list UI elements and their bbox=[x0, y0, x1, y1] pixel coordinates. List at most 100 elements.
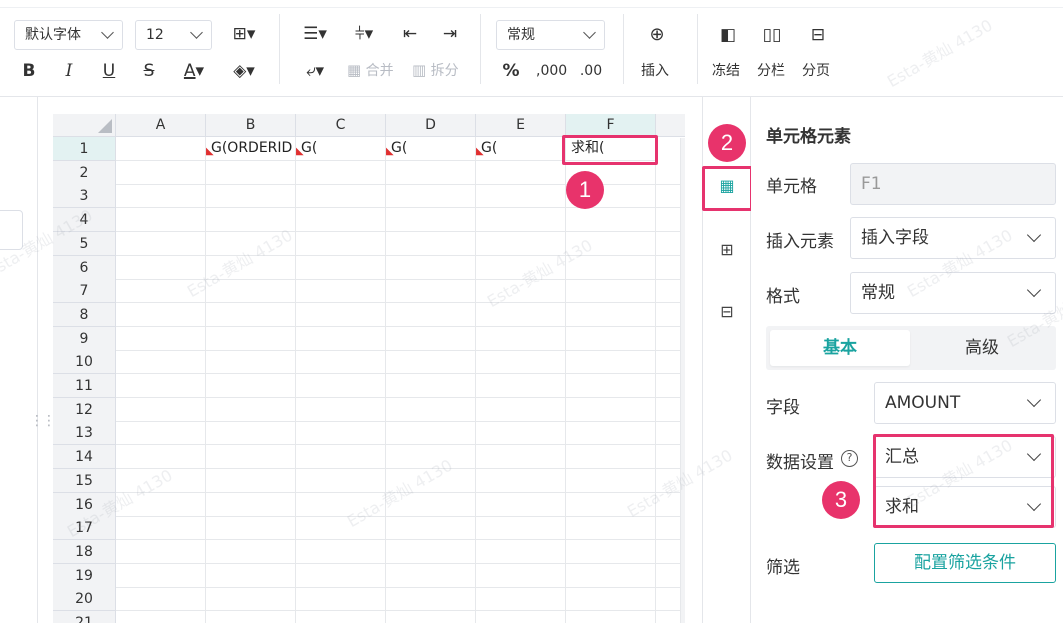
grid-cell[interactable] bbox=[476, 184, 566, 209]
grid-cell[interactable] bbox=[206, 160, 296, 185]
grid-cell[interactable] bbox=[386, 445, 476, 470]
grid-cell[interactable] bbox=[476, 255, 566, 280]
grid-cell[interactable] bbox=[116, 397, 206, 422]
row-header-7[interactable]: 7 bbox=[53, 279, 116, 304]
cell-attribute-icon[interactable]: ⊞ bbox=[715, 238, 739, 262]
grid-cell[interactable] bbox=[116, 374, 206, 398]
grid-cell[interactable] bbox=[476, 397, 566, 422]
grid-cell[interactable] bbox=[116, 231, 206, 256]
grid-cell[interactable] bbox=[206, 302, 296, 327]
grid-cell[interactable] bbox=[116, 468, 206, 493]
grid-cell[interactable] bbox=[116, 326, 206, 351]
grid-cell[interactable] bbox=[386, 326, 476, 351]
row-header-16[interactable]: 16 bbox=[53, 492, 116, 517]
grid-cell[interactable] bbox=[476, 587, 566, 612]
row-header-19[interactable]: 19 bbox=[53, 563, 116, 588]
grid-cell[interactable] bbox=[296, 421, 386, 446]
grid-cell[interactable] bbox=[296, 326, 386, 351]
grid-cell[interactable] bbox=[566, 397, 656, 422]
layout-icon[interactable]: ⊟ bbox=[715, 300, 739, 324]
grid-cell[interactable] bbox=[566, 208, 656, 233]
grid-cell[interactable] bbox=[386, 231, 476, 256]
indent-icon[interactable]: ⇥ bbox=[440, 24, 460, 44]
row-header-3[interactable]: 3 bbox=[53, 184, 116, 209]
page-break-icon[interactable]: ⊟ bbox=[807, 25, 829, 45]
grid-cell[interactable] bbox=[476, 539, 566, 564]
grid-cell[interactable] bbox=[116, 255, 206, 280]
row-header-6[interactable]: 6 bbox=[53, 255, 116, 280]
grid-cell[interactable] bbox=[116, 539, 206, 564]
row-header-14[interactable]: 14 bbox=[53, 445, 116, 470]
tab-basic[interactable]: 基本 bbox=[770, 330, 910, 366]
border-icon[interactable]: ⊞▾ bbox=[226, 24, 262, 44]
grid-cell[interactable] bbox=[206, 350, 296, 375]
decimal-button[interactable]: .00 bbox=[578, 61, 604, 81]
columns-icon[interactable]: ▯▯ bbox=[762, 25, 782, 45]
grid-cell[interactable] bbox=[206, 516, 296, 541]
number-format-select[interactable]: 常规 bbox=[496, 20, 605, 50]
grid-cell[interactable] bbox=[116, 184, 206, 209]
row-header-9[interactable]: 9 bbox=[53, 326, 116, 351]
grid-cell[interactable] bbox=[206, 468, 296, 493]
row-header-11[interactable]: 11 bbox=[53, 374, 116, 398]
grid-cell[interactable] bbox=[566, 539, 656, 564]
grid-cell[interactable] bbox=[566, 231, 656, 256]
grid-cell[interactable] bbox=[386, 539, 476, 564]
grid-cell[interactable] bbox=[386, 208, 476, 233]
strikethrough-button[interactable]: S bbox=[140, 61, 158, 81]
grid-cell[interactable] bbox=[296, 208, 386, 233]
grid-cell[interactable] bbox=[116, 160, 206, 185]
grid-cell[interactable] bbox=[206, 208, 296, 233]
grid-cell[interactable] bbox=[566, 492, 656, 517]
grid-cell[interactable] bbox=[206, 611, 296, 623]
grid-cell[interactable] bbox=[386, 587, 476, 612]
bold-button[interactable]: B bbox=[20, 61, 38, 81]
grid-cell[interactable] bbox=[206, 184, 296, 209]
grid-cell[interactable] bbox=[206, 587, 296, 612]
grid-cell[interactable] bbox=[116, 563, 206, 588]
grid-cell[interactable] bbox=[476, 160, 566, 185]
grid-cell[interactable] bbox=[296, 611, 386, 623]
row-header-1[interactable]: 1 bbox=[53, 137, 116, 161]
wrap-text-icon[interactable]: ⤶▾ bbox=[298, 61, 332, 81]
grid-cell[interactable] bbox=[476, 374, 566, 398]
font-family-select[interactable]: 默认字体 bbox=[14, 20, 123, 50]
columns-label[interactable]: 分栏 bbox=[757, 60, 785, 80]
grid-cell[interactable] bbox=[476, 492, 566, 517]
align-horizontal-icon[interactable]: ☰▾ bbox=[298, 24, 332, 44]
grid-cell[interactable] bbox=[476, 350, 566, 375]
grid-cell[interactable] bbox=[296, 160, 386, 185]
grid-cell[interactable] bbox=[476, 326, 566, 351]
row-header-18[interactable]: 18 bbox=[53, 539, 116, 564]
insert-label[interactable]: 插入 bbox=[641, 60, 669, 80]
row-header-5[interactable]: 5 bbox=[53, 231, 116, 256]
grid-cell[interactable] bbox=[296, 563, 386, 588]
cell-element-icon[interactable]: ▦ bbox=[715, 174, 739, 198]
grid-cell[interactable] bbox=[476, 445, 566, 470]
grid-cell[interactable] bbox=[386, 279, 476, 304]
split-button[interactable]: ▥ 拆分 bbox=[412, 60, 459, 80]
column-header-b[interactable]: B bbox=[206, 114, 296, 137]
grid-cell[interactable] bbox=[116, 445, 206, 470]
freeze-icon[interactable]: ◧ bbox=[718, 25, 738, 45]
drag-handle-icon[interactable]: ⋮⋮ bbox=[30, 414, 56, 428]
grid-cell[interactable] bbox=[296, 184, 386, 209]
grid-cell[interactable] bbox=[206, 374, 296, 398]
format-select[interactable]: 常规 bbox=[850, 272, 1056, 314]
grid-cell[interactable] bbox=[386, 516, 476, 541]
grid-cell[interactable] bbox=[296, 231, 386, 256]
column-header-c[interactable]: C bbox=[296, 114, 386, 137]
grid-cell[interactable] bbox=[386, 468, 476, 493]
insert-plus-icon[interactable]: ⊕ bbox=[646, 25, 668, 45]
column-header-a[interactable]: A bbox=[116, 114, 206, 137]
grid-cell[interactable] bbox=[206, 445, 296, 470]
grid-cell[interactable] bbox=[296, 374, 386, 398]
grid-cell[interactable] bbox=[566, 302, 656, 327]
grid-cell[interactable] bbox=[116, 302, 206, 327]
grid-cell[interactable] bbox=[476, 611, 566, 623]
row-header-21[interactable]: 21 bbox=[53, 611, 116, 623]
grid-cell[interactable] bbox=[386, 421, 476, 446]
grid-cell[interactable] bbox=[386, 611, 476, 623]
row-header-8[interactable]: 8 bbox=[53, 302, 116, 327]
grid-cell[interactable] bbox=[116, 611, 206, 623]
